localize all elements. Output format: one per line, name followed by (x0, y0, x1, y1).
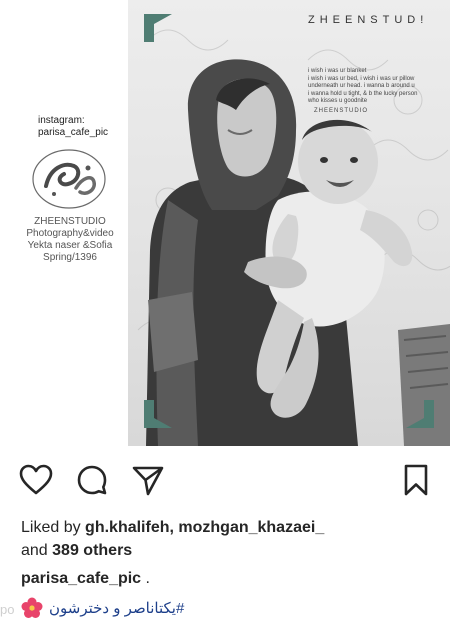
caption-username-link[interactable]: parisa_cafe_pic (21, 570, 141, 587)
likes-summary: Liked by gh.khalifeh, mozhgan_khazaei_ a… (21, 516, 441, 562)
likes-others-link[interactable]: 389 others (52, 542, 132, 559)
like-button[interactable] (16, 460, 56, 500)
hibiscus-icon (21, 597, 43, 618)
mother-and-baby-photo (146, 59, 450, 446)
season-text: Spring/1396 (43, 252, 97, 263)
poem-line: underneath ur head. i wanna b around u (308, 83, 415, 89)
instagram-label: instagram: (38, 115, 85, 126)
studio-brand-text: ZHEENSTUD! (308, 14, 429, 26)
studio-name: ZHEENSTUDIO (34, 216, 106, 227)
instagram-credit: instagram: parisa_cafe_pic (38, 115, 108, 139)
studio-logo-icon (32, 149, 106, 209)
caption-hashtag-link[interactable]: #یکتاناصر و دخترشون (49, 599, 184, 617)
poem-line: i wish i was ur blanket (308, 68, 367, 74)
post-image[interactable]: instagram: parisa_cafe_pic ZHEENSTUDIO P… (0, 0, 450, 446)
paper-plane-icon (132, 466, 164, 496)
likes-prefix: Liked by (21, 519, 81, 536)
post-photo: ZHEENSTUD! (128, 0, 450, 446)
studio-credit: ZHEENSTUDIO Photography&video Yekta nase… (10, 216, 130, 264)
poem-text: i wish i was ur blanket i wish i was ur … (308, 68, 438, 106)
corner-accent-icon (144, 14, 172, 42)
caption-suffix: . (145, 570, 150, 587)
poem-line: who kisses u goodnite (308, 98, 368, 104)
corner-accent-icon (144, 400, 172, 428)
subjects-text: Yekta naser &Sofia (27, 240, 113, 251)
poem-line: i wanna hold u tight, & b the lucky pers… (308, 90, 418, 97)
comment-button[interactable] (72, 460, 112, 500)
post-image-left-panel: instagram: parisa_cafe_pic ZHEENSTUDIO P… (0, 0, 128, 446)
post-action-bar (0, 460, 450, 504)
likes-conjunction: and (21, 542, 48, 559)
likes-users-link[interactable]: gh.khalifeh, mozhgan_khazaei_ (85, 519, 324, 536)
corner-accent-icon (406, 400, 434, 428)
poem-line: i wish i was ur bed, i wish i was ur pil… (308, 75, 415, 82)
save-button[interactable] (396, 460, 436, 500)
watermark-text: po (0, 602, 15, 617)
bookmark-icon (404, 464, 428, 496)
poem-studio-logo: ZHEENSTUDIO (314, 108, 369, 114)
comment-icon (77, 465, 107, 495)
caption-header: parisa_cafe_pic . (21, 570, 150, 588)
caption-body: #یکتاناصر و دخترشون (21, 597, 184, 619)
share-button[interactable] (128, 460, 168, 500)
instagram-handle-text: parisa_cafe_pic (38, 127, 109, 138)
heart-icon (19, 464, 53, 495)
studio-service: Photography&video (26, 228, 114, 239)
